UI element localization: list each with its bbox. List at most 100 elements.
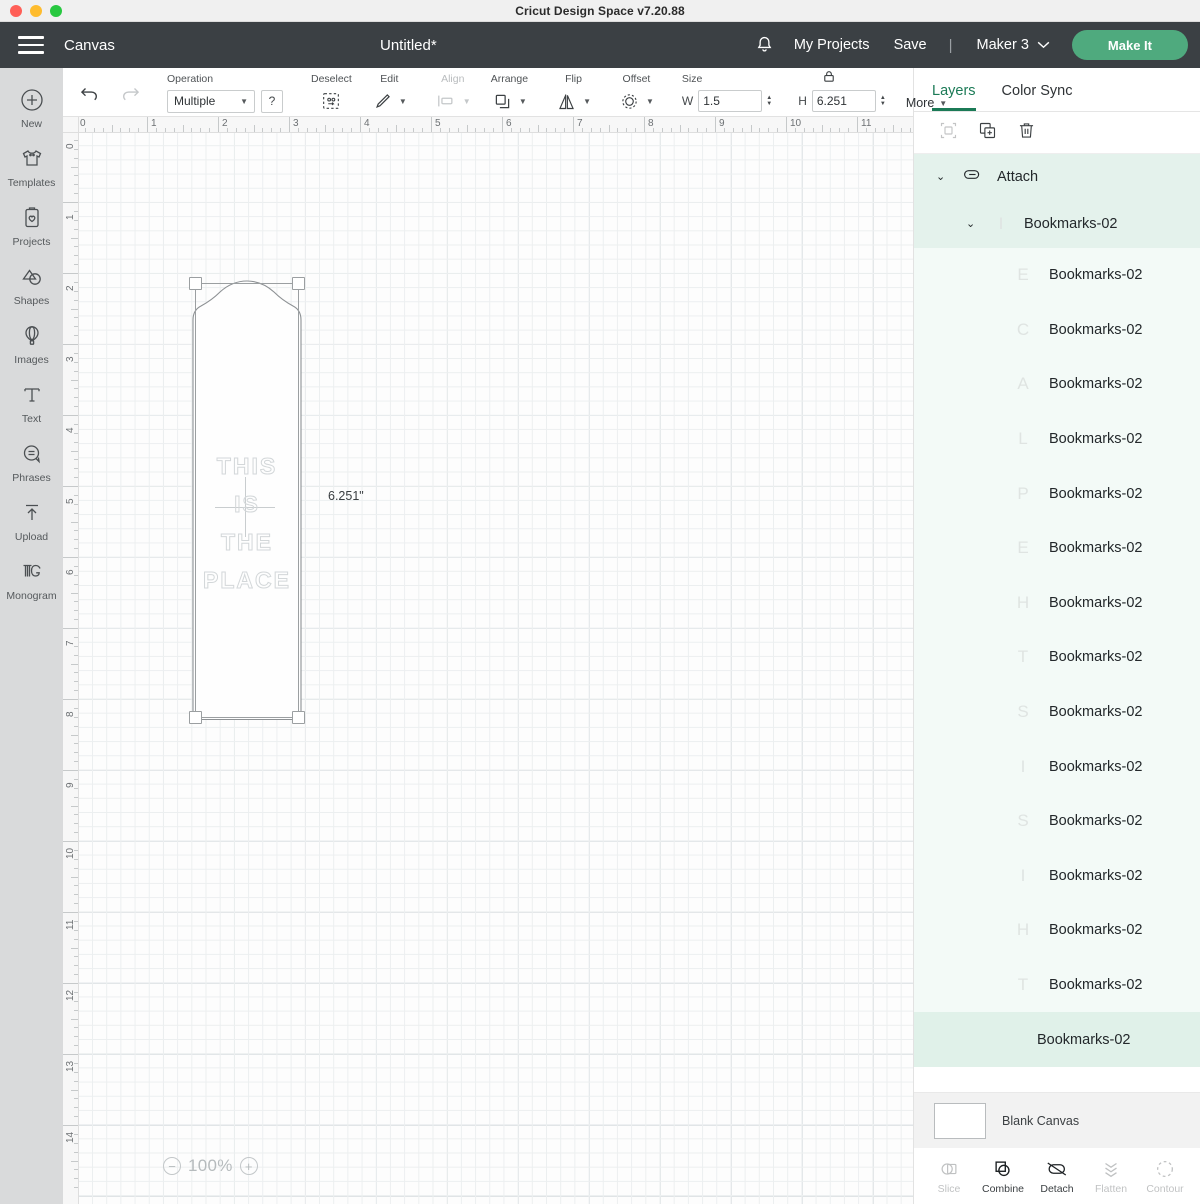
plus-circle-icon[interactable]: + (239, 1157, 258, 1175)
width-input[interactable]: 1.5 (698, 90, 763, 112)
ruler-tick-minor (74, 530, 78, 532)
notification-bell-icon[interactable] (748, 35, 782, 55)
resize-handle-bottom-left[interactable] (189, 711, 202, 724)
offset-icon[interactable] (619, 91, 640, 112)
sidebar-item-upload[interactable]: Upload (0, 491, 63, 550)
my-projects-link[interactable]: My Projects (782, 37, 882, 53)
layer-row[interactable]: I Bookmarks-02 (914, 739, 1200, 794)
design-canvas[interactable]: THIS IS THE PLACE 6.251" 0 1 2 3 4 5 6 7 8 9 10 11 … (63, 117, 913, 1204)
save-button[interactable]: Save (882, 37, 939, 53)
canvas-label[interactable]: Canvas (64, 37, 115, 54)
sidebar-item-phrases[interactable]: Phrases (0, 432, 63, 491)
ruler-tick-minor (74, 707, 78, 709)
deselect-icon[interactable] (320, 90, 342, 112)
ruler-tick-minor (351, 128, 353, 132)
edit-toolbar: Operation Multiple ▼ ? Deselect Edit ▼ A… (63, 68, 947, 117)
ruler-tick-minor (244, 128, 246, 132)
resize-handle-top-right[interactable] (292, 277, 305, 290)
chevron-down-icon[interactable]: ⌄ (966, 218, 978, 230)
chevron-down-icon[interactable]: ▼ (519, 97, 527, 106)
resize-handle-top-left[interactable] (189, 277, 202, 290)
chevron-down-icon[interactable]: ▼ (583, 97, 591, 106)
slice-label: Slice (937, 1182, 961, 1195)
layer-row[interactable]: P Bookmarks-02 (914, 466, 1200, 521)
canvas-background-row[interactable]: Blank Canvas (914, 1092, 1200, 1148)
lock-ratio-toggle[interactable] (821, 69, 836, 84)
width-stepper[interactable]: ▲ ▼ (766, 95, 772, 107)
horizontal-ruler: 0 1 2 3 4 5 6 7 8 9 10 11 (63, 117, 913, 133)
operation-help-button[interactable]: ? (261, 89, 283, 113)
layer-row[interactable]: E Bookmarks-02 (914, 521, 1200, 576)
close-window-button[interactable] (10, 4, 22, 17)
edit-pencil-icon[interactable] (372, 91, 393, 112)
layer-row[interactable]: T Bookmarks-02 (914, 958, 1200, 1013)
duplicate-icon[interactable] (977, 120, 998, 146)
machine-selector[interactable]: Maker 3 (963, 37, 1058, 53)
layer-label: Bookmarks-02 (1049, 376, 1143, 393)
ruler-tick-minor (439, 128, 441, 132)
ruler-tick-minor (617, 128, 619, 132)
sidebar-item-new[interactable]: New (0, 78, 63, 137)
layer-row[interactable]: L Bookmarks-02 (914, 412, 1200, 467)
ruler-tick-minor (306, 128, 308, 132)
layer-row[interactable]: I Bookmarks-02 (914, 849, 1200, 904)
chevron-down-icon[interactable]: ⌄ (936, 171, 948, 183)
layer-label: Bookmarks-02 (1049, 977, 1143, 994)
height-input[interactable]: 6.251 (811, 90, 876, 112)
height-stepper[interactable]: ▲ ▼ (880, 95, 886, 107)
layer-row-group[interactable]: ⌄ I Bookmarks-02 (914, 200, 1200, 248)
layer-row[interactable]: T Bookmarks-02 (914, 630, 1200, 685)
resize-handle-bottom-right[interactable] (292, 711, 305, 724)
size-label: Size (681, 73, 703, 85)
more-menu-button[interactable]: More ▼ (906, 96, 947, 110)
sidebar-item-text[interactable]: Text (0, 373, 63, 432)
layer-row[interactable]: A Bookmarks-02 (914, 357, 1200, 412)
canvas-color-swatch[interactable] (934, 1102, 986, 1139)
zoom-value: 100% (188, 1156, 233, 1175)
layer-label: Bookmarks-02 (1049, 431, 1143, 448)
layer-row[interactable]: S Bookmarks-02 (914, 794, 1200, 849)
nav-separator: | (948, 36, 953, 54)
chevron-down-icon (1037, 41, 1050, 49)
sidebar-item-images[interactable]: Images (0, 314, 63, 373)
sidebar-item-shapes[interactable]: Shapes (0, 255, 63, 314)
chevron-down-icon[interactable]: ▼ (646, 97, 654, 106)
sidebar-item-templates[interactable]: Templates (0, 137, 63, 196)
layer-row[interactable]: Bookmarks-02 (914, 1012, 1200, 1067)
arrange-icon[interactable] (492, 91, 513, 112)
hamburger-icon[interactable] (18, 36, 44, 54)
ruler-tick-minor (626, 128, 628, 132)
detach-button[interactable]: Detach (1031, 1158, 1083, 1195)
document-title[interactable]: Untitled* (380, 37, 437, 54)
layer-row[interactable]: E Bookmarks-02 (914, 248, 1200, 303)
tshirt-icon (0, 146, 63, 174)
layer-list: ⌄ Attach ⌄ I Bookmarks-02 E Bookmarks-02 C (914, 154, 1200, 1092)
layer-thumbnail: H (1016, 920, 1030, 940)
ruler-tick-minor (546, 128, 548, 132)
tab-color-sync[interactable]: Color Sync (1002, 83, 1073, 111)
sidebar-item-projects[interactable]: Projects (0, 196, 63, 255)
combine-button[interactable]: Combine (977, 1158, 1029, 1195)
ruler-tick-minor (71, 663, 78, 665)
operation-select[interactable]: Multiple ▼ (167, 89, 255, 113)
offset-controls: ▼ (619, 89, 654, 113)
layer-row[interactable]: C Bookmarks-02 (914, 303, 1200, 358)
delete-trash-icon[interactable] (1016, 120, 1037, 146)
ruler-tick-minor (74, 139, 78, 141)
minus-circle-icon[interactable]: − (163, 1157, 181, 1175)
minimize-window-button[interactable] (30, 4, 42, 17)
layer-row[interactable]: H Bookmarks-02 (914, 903, 1200, 958)
operation-group: Operation Multiple ▼ ? (157, 68, 293, 117)
layer-row[interactable]: H Bookmarks-02 (914, 576, 1200, 631)
ruler-tick-minor (74, 219, 78, 221)
make-it-button[interactable]: Make It (1071, 30, 1188, 60)
layer-row[interactable]: S Bookmarks-02 (914, 685, 1200, 740)
undo-arrow-icon[interactable] (79, 84, 101, 102)
sidebar-item-label: Upload (14, 531, 49, 543)
sidebar-item-monogram[interactable]: Monogram (0, 550, 63, 609)
layer-row-attach[interactable]: ⌄ Attach (914, 154, 1200, 200)
zoom-window-button[interactable] (50, 4, 62, 17)
flip-icon[interactable] (556, 91, 577, 112)
chevron-down-icon[interactable]: ▼ (399, 97, 407, 106)
selection-bounding-box (189, 277, 305, 724)
